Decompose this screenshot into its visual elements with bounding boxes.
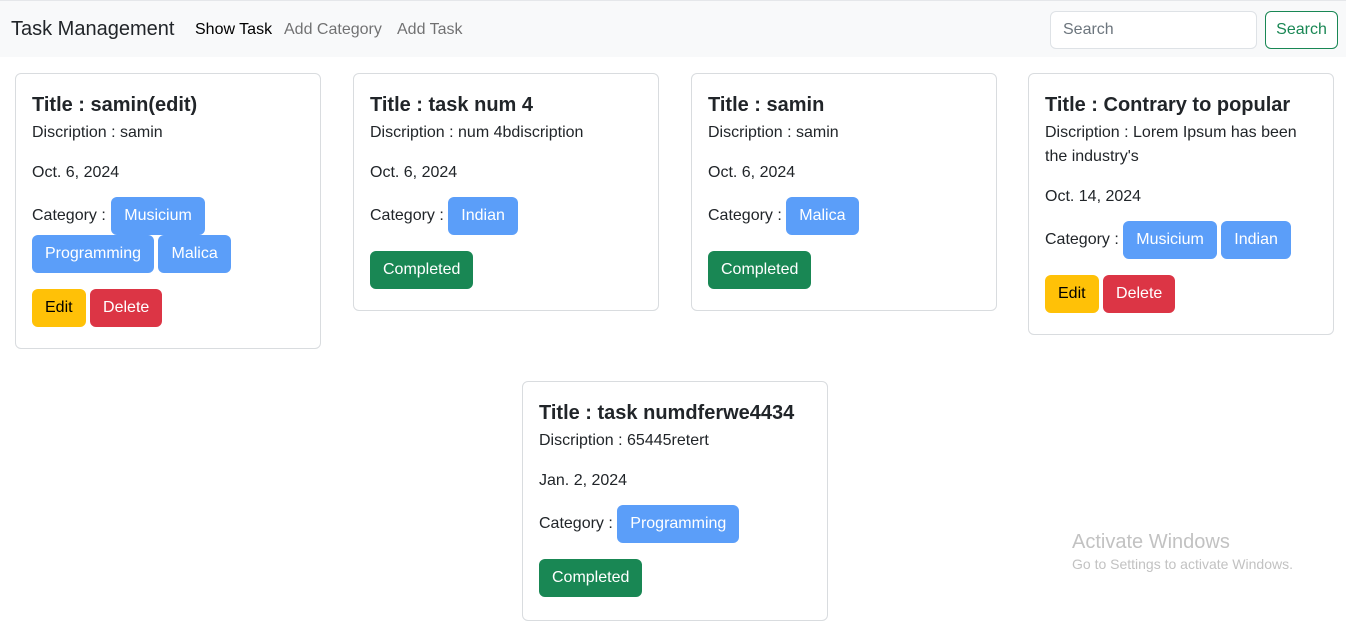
task-card: Title : samin(edit) Discription : samin … — [15, 73, 321, 349]
task-title: Title : task num 4 — [370, 94, 534, 116]
task-categories: Category : Programming — [539, 505, 811, 543]
navbar: Task Management Show Task Add Category A… — [0, 0, 1346, 57]
task-description: Discription : num 4bdiscription — [370, 124, 584, 141]
task-date: Oct. 6, 2024 — [32, 164, 120, 181]
watermark-title: Activate Windows — [1072, 531, 1230, 553]
task-actions: Completed — [370, 251, 642, 290]
completed-status-button[interactable]: Completed — [370, 251, 474, 290]
task-actions: Completed — [539, 559, 811, 598]
category-label: Category : — [539, 515, 613, 533]
task-categories: Category : Musicium Programming Malica — [32, 197, 304, 274]
search-button[interactable]: Search — [1265, 11, 1338, 49]
task-categories: Category : Musicium Indian — [1045, 221, 1317, 259]
category-label: Category : — [370, 207, 444, 225]
task-card: Title : Contrary to popular Discription … — [1028, 73, 1334, 335]
task-card: Title : samin Discription : samin Oct. 6… — [691, 73, 997, 311]
category-badge: Programming — [32, 235, 155, 274]
task-description: Discription : 65445retert — [539, 432, 709, 449]
task-actions: Edit Delete — [1045, 275, 1317, 314]
task-categories: Category : Indian — [370, 197, 642, 235]
task-description: Discription : samin — [708, 124, 839, 141]
category-badge: Indian — [448, 197, 518, 235]
category-badge: Indian — [1221, 221, 1291, 259]
task-title: Title : task numdferwe4434 — [539, 402, 795, 424]
task-card: Title : task numdferwe4434 Discription :… — [522, 381, 828, 621]
watermark-subtitle: Go to Settings to activate Windows. — [1072, 556, 1293, 572]
completed-status-button[interactable]: Completed — [539, 559, 643, 598]
nav-add-task[interactable]: Add Task — [397, 21, 463, 39]
delete-button[interactable]: Delete — [90, 289, 163, 328]
task-description: Discription : samin — [32, 124, 163, 141]
completed-status-button[interactable]: Completed — [708, 251, 812, 290]
category-badge: Musicium — [1123, 221, 1217, 259]
task-categories: Category : Malica — [708, 197, 980, 235]
task-date: Jan. 2, 2024 — [539, 472, 628, 489]
edit-button[interactable]: Edit — [1045, 275, 1099, 314]
edit-button[interactable]: Edit — [32, 289, 86, 328]
nav-show-task[interactable]: Show Task — [195, 21, 272, 39]
task-card: Title : task num 4 Discription : num 4bd… — [353, 73, 659, 311]
task-actions: Edit Delete — [32, 289, 304, 328]
delete-button[interactable]: Delete — [1103, 275, 1176, 314]
category-badge: Programming — [617, 505, 740, 543]
nav-add-category[interactable]: Add Category — [284, 21, 382, 39]
task-date: Oct. 14, 2024 — [1045, 188, 1142, 205]
activate-windows-watermark: Activate Windows Go to Settings to activ… — [1072, 530, 1293, 574]
category-label: Category : — [1045, 231, 1119, 249]
task-title: Title : samin(edit) — [32, 94, 198, 116]
brand-title[interactable]: Task Management — [11, 18, 174, 41]
search-input[interactable] — [1050, 11, 1257, 49]
task-title: Title : samin — [708, 94, 825, 116]
task-title: Title : Contrary to popular — [1045, 94, 1291, 116]
category-badge: Malica — [158, 235, 231, 274]
task-date: Oct. 6, 2024 — [370, 164, 458, 181]
task-description: Discription : Lorem Ipsum has been the i… — [1045, 124, 1297, 165]
category-badge: Malica — [786, 197, 859, 235]
category-badge: Musicium — [111, 197, 205, 235]
task-actions: Completed — [708, 251, 980, 290]
category-label: Category : — [708, 207, 782, 225]
category-label: Category : — [32, 207, 106, 225]
task-date: Oct. 6, 2024 — [708, 164, 796, 181]
